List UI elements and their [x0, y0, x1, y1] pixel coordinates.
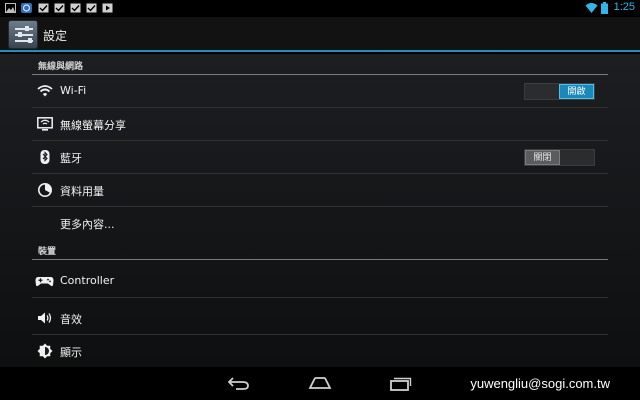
speaker-icon: [38, 312, 52, 324]
play-icon: [102, 3, 113, 13]
page-title: 設定: [43, 29, 68, 43]
gamepad-icon: [35, 277, 54, 287]
brightness-icon: [37, 343, 53, 359]
settings-sliders-icon[interactable]: [8, 20, 38, 49]
bluetooth-toggle[interactable]: 關閉: [524, 149, 595, 166]
settings-item-bluetooth[interactable]: 藍牙 關閉: [32, 141, 608, 174]
settings-item-wifi[interactable]: Wi-Fi 開啟: [32, 75, 608, 108]
check-icon: [86, 3, 97, 13]
settings-item-sound[interactable]: 音效: [32, 302, 608, 335]
settings-list[interactable]: 無線與網路 Wi-Fi 開啟 無線螢幕分享 藍牙 關閉 資料用量 更多內容...…: [0, 54, 640, 367]
settings-item-wireless-display[interactable]: 無線螢幕分享: [32, 108, 608, 141]
settings-item-label: 無線螢幕分享: [60, 119, 126, 132]
settings-item-label: Wi-Fi: [60, 84, 87, 97]
check-icon: [38, 3, 49, 13]
section-divider: [32, 259, 608, 260]
action-bar: 設定: [0, 17, 640, 52]
data-usage-icon: [38, 183, 52, 197]
settings-item-label: 更多內容...: [60, 218, 115, 231]
navigation-bar: yuwengliu@sogi.com.tw: [0, 367, 640, 400]
watermark-text: yuwengliu@sogi.com.tw: [470, 376, 610, 391]
wifi-toggle[interactable]: 開啟: [524, 83, 595, 100]
settings-item-label: 藍牙: [60, 152, 82, 165]
status-clock: 1:25: [613, 1, 635, 13]
wifi-signal-icon: [585, 3, 598, 13]
screen-share-icon: [37, 117, 53, 131]
bluetooth-icon: [40, 150, 50, 164]
settings-item-label: 音效: [60, 313, 82, 326]
settings-item-display[interactable]: 顯示: [32, 335, 608, 368]
settings-item-more[interactable]: 更多內容...: [32, 207, 608, 240]
check-icon: [54, 3, 65, 13]
bluetooth-toggle-state: 關閉: [525, 150, 560, 165]
image-icon: [5, 3, 16, 13]
battery-icon: [601, 2, 608, 14]
settings-item-data-usage[interactable]: 資料用量: [32, 174, 608, 207]
browser-icon: [21, 3, 32, 13]
back-icon[interactable]: [227, 375, 251, 391]
section-header-device: 裝置: [38, 247, 57, 257]
settings-item-label: Controller: [60, 274, 115, 287]
wifi-toggle-state: 開啟: [559, 84, 594, 99]
settings-item-label: 資料用量: [60, 185, 104, 198]
recent-apps-icon[interactable]: [389, 375, 413, 391]
check-icon: [70, 3, 81, 13]
row-divider: [32, 297, 608, 298]
section-header-wireless: 無線與網路: [38, 62, 84, 72]
wifi-icon: [37, 85, 53, 97]
home-icon[interactable]: [308, 375, 332, 391]
settings-item-label: 顯示: [60, 346, 82, 359]
settings-item-controller[interactable]: Controller: [32, 265, 608, 298]
status-bar: 1:25: [0, 0, 640, 17]
